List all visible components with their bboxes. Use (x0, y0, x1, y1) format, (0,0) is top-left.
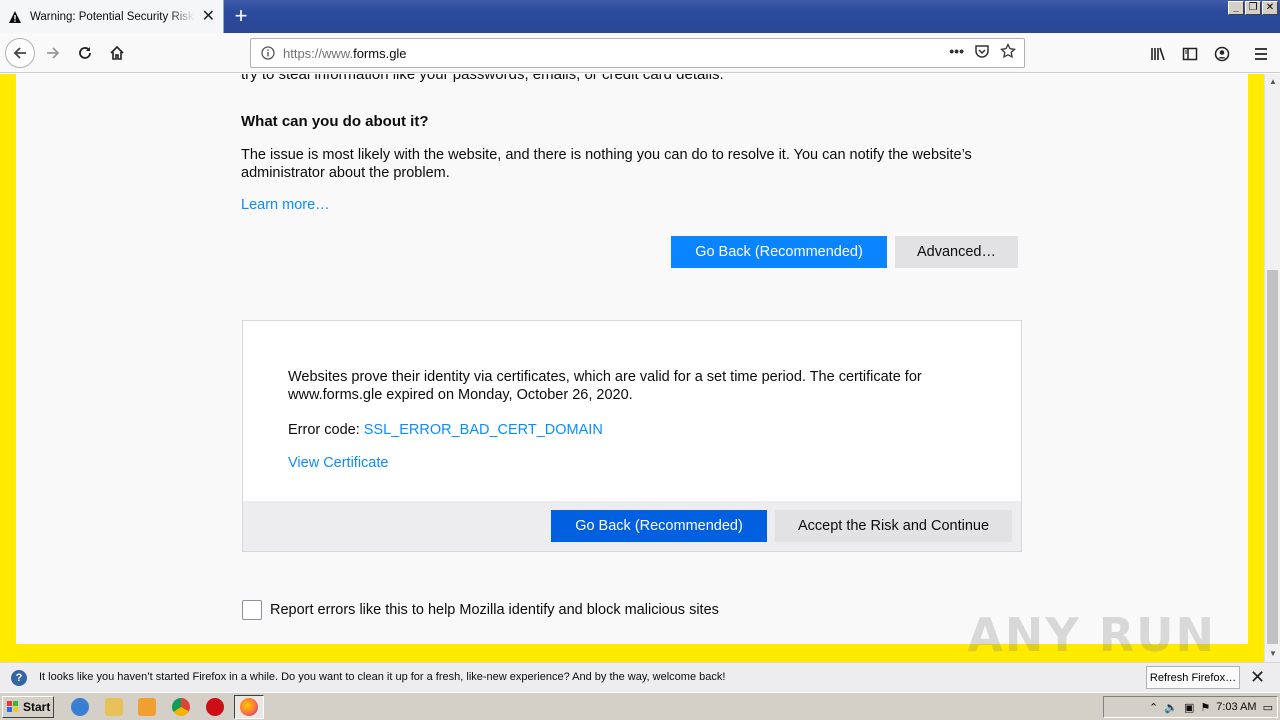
volume-icon[interactable]: 🔈 (1164, 701, 1178, 714)
close-window-button[interactable]: ✕ (1262, 1, 1278, 15)
media-player-icon[interactable] (138, 698, 156, 716)
report-errors-checkbox[interactable] (242, 600, 262, 620)
learn-more-link[interactable]: Learn more… (241, 197, 330, 213)
url-text: https://www.forms.gle (283, 46, 407, 61)
content-area: try to steal information like your passw… (0, 74, 1264, 662)
section-paragraph: The issue is most likely with the websit… (241, 147, 972, 181)
scroll-down-button[interactable]: ▼ (1265, 646, 1280, 662)
notification-close-icon[interactable]: ✕ (1250, 667, 1265, 688)
tab-close-icon[interactable]: ✕ (202, 8, 215, 25)
opera-icon[interactable] (206, 698, 224, 716)
internet-explorer-icon[interactable] (71, 698, 89, 716)
tab-security-warning[interactable]: Warning: Potential Security Risk Ahead ✕ (0, 0, 224, 33)
view-certificate-link[interactable]: View Certificate (288, 455, 388, 471)
network-icon[interactable]: ▣ (1184, 701, 1194, 714)
page-actions-icon[interactable]: ••• (949, 43, 964, 59)
tab-title: Warning: Potential Security Risk Ahead (29, 10, 194, 23)
start-button[interactable]: Start (2, 696, 54, 718)
report-errors-label: Report errors like this to help Mozilla … (270, 602, 719, 618)
info-icon[interactable] (261, 46, 275, 60)
url-prefix: https://www. (283, 46, 354, 61)
pocket-icon[interactable] (974, 43, 990, 59)
back-button[interactable] (5, 38, 35, 68)
url-actions: ••• (949, 43, 1016, 59)
windows-logo-icon (7, 701, 18, 712)
flag-icon[interactable]: ⚑ (1200, 701, 1210, 714)
go-back-button[interactable]: Go Back (Recommended) (671, 236, 887, 268)
advanced-panel: Websites prove their identity via certif… (242, 320, 1022, 552)
minimize-button[interactable]: _ (1228, 1, 1244, 15)
refresh-firefox-button[interactable]: Refresh Firefox… (1146, 666, 1240, 689)
warning-icon (8, 10, 21, 23)
error-code-label: Error code: (288, 422, 364, 438)
restore-button[interactable]: ❐ (1245, 1, 1261, 15)
url-domain: forms.gle (353, 46, 407, 61)
notification-text: It looks like you haven’t started Firefo… (39, 671, 726, 683)
firefox-icon (240, 698, 258, 716)
bookmark-star-icon[interactable] (1000, 43, 1016, 59)
sidebar-icon[interactable] (1182, 46, 1198, 62)
question-icon: ? (11, 670, 27, 686)
url-bar[interactable]: https://www.forms.gle ••• (250, 38, 1025, 68)
reload-button[interactable] (70, 38, 100, 68)
error-code-link[interactable]: SSL_ERROR_BAD_CERT_DOMAIN (364, 422, 603, 438)
error-code-line: Error code: SSL_ERROR_BAD_CERT_DOMAIN (288, 422, 603, 438)
windows-taskbar: Start ⌃ 🔈 ▣ ⚑ 7:03 AM ▭ (0, 692, 1280, 720)
reload-icon (79, 47, 91, 59)
new-tab-button[interactable]: + (228, 3, 254, 29)
library-icon[interactable] (1150, 46, 1166, 62)
advanced-button[interactable]: Advanced… (895, 236, 1018, 268)
report-errors-row: Report errors like this to help Mozilla … (242, 600, 719, 620)
navigation-toolbar: https://www.forms.gle ••• (0, 33, 1280, 73)
chrome-icon[interactable] (172, 698, 190, 716)
error-page: try to steal information like your passw… (16, 74, 1248, 644)
arrow-left-icon (13, 47, 26, 59)
section-heading: What can you do about it? (241, 113, 429, 130)
advanced-go-back-button[interactable]: Go Back (Recommended) (551, 510, 767, 542)
system-tray: ⌃ 🔈 ▣ ⚑ 7:03 AM ▭ (1103, 696, 1278, 718)
forward-button[interactable] (38, 38, 68, 68)
tab-strip: Warning: Potential Security Risk Ahead ✕… (0, 0, 1280, 33)
taskbar-firefox-item[interactable] (234, 695, 264, 719)
clock[interactable]: 7:03 AM (1216, 701, 1256, 713)
vertical-scrollbar[interactable]: ▲ ▼ (1264, 74, 1280, 662)
start-label: Start (23, 700, 51, 714)
arrow-right-icon (47, 47, 60, 59)
certificate-explanation: Websites prove their identity via certif… (288, 369, 922, 403)
anyrun-watermark: ANY RUN (967, 608, 1216, 662)
tray-expand-icon[interactable]: ⌃ (1149, 701, 1158, 714)
advanced-panel-footer: Go Back (Recommended) Accept the Risk an… (243, 501, 1021, 551)
accept-risk-button[interactable]: Accept the Risk and Continue (775, 510, 1012, 542)
notification-bar: ? It looks like you haven’t started Fire… (0, 662, 1280, 692)
home-button[interactable] (102, 38, 132, 68)
hamburger-menu-icon[interactable] (1253, 46, 1269, 62)
scrollbar-thumb[interactable] (1267, 270, 1278, 644)
account-icon[interactable] (1214, 46, 1230, 62)
partial-text: try to steal information like your passw… (241, 74, 724, 83)
file-explorer-icon[interactable] (105, 698, 123, 716)
home-icon (110, 45, 124, 60)
show-desktop-icon[interactable]: ▭ (1263, 701, 1273, 714)
window-controls: _ ❐ ✕ (1228, 1, 1278, 15)
scroll-up-button[interactable]: ▲ (1265, 74, 1280, 90)
